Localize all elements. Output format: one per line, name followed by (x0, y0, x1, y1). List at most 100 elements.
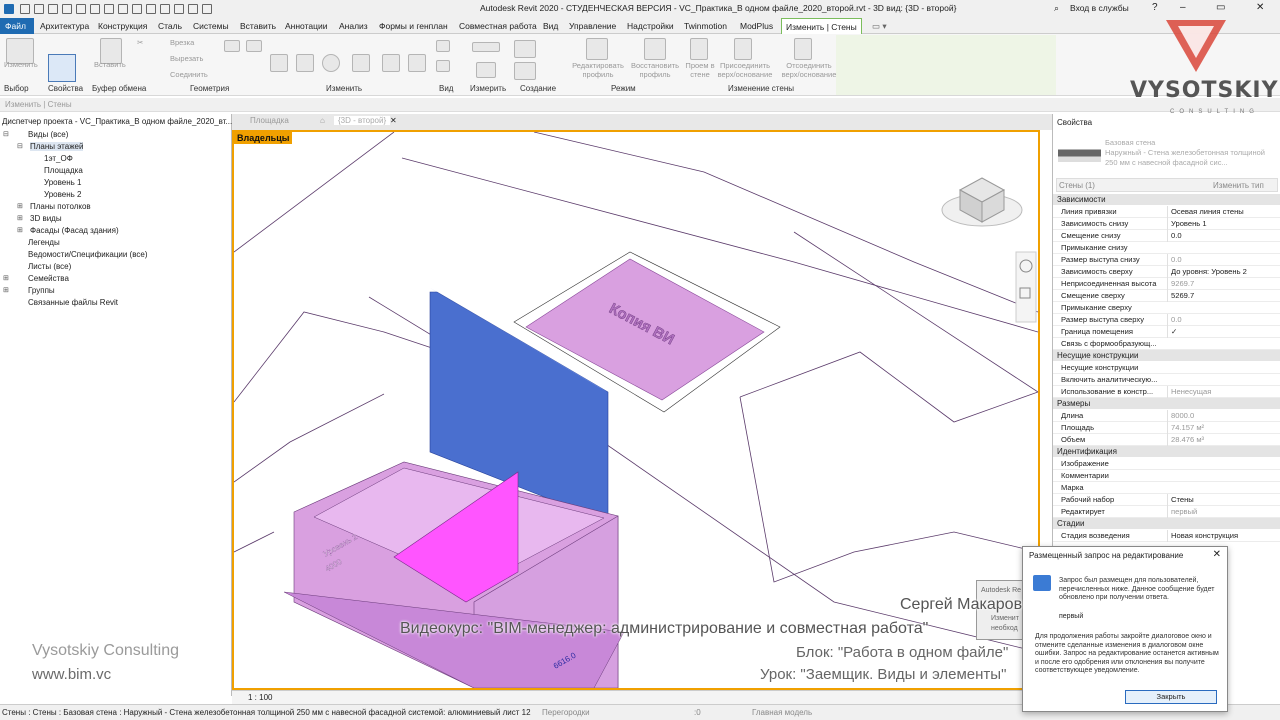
cope-label[interactable]: Врезка (170, 38, 194, 47)
tab-twinmotion[interactable]: Twinmotion (684, 21, 727, 31)
tab-file[interactable]: Файл (0, 18, 34, 34)
thin-lines-icon[interactable] (160, 4, 170, 14)
tree-item-level-1[interactable]: Уровень 1 (44, 178, 82, 187)
close-button[interactable]: Закрыть (1125, 690, 1217, 704)
property-row[interactable]: Связь с формообразующ... (1053, 338, 1280, 350)
dialog-close-icon[interactable]: ✕ (1213, 549, 1221, 560)
tree-item-floor-plans[interactable]: Планы этажей (30, 142, 84, 151)
tab-architecture[interactable]: Архитектура (40, 21, 89, 31)
sync-icon[interactable] (48, 4, 58, 14)
type-selector[interactable]: Базовая стена Наружный - Стена железобет… (1105, 138, 1277, 168)
tree-expander[interactable]: ⊟ (3, 130, 9, 138)
property-row[interactable]: Линия привязки Осевая линия стены (1053, 206, 1280, 218)
instance-filter[interactable]: Стены (1) Изменить тип (1056, 178, 1278, 192)
property-row[interactable]: Использование в констр... Ненесущая (1053, 386, 1280, 398)
property-group-header[interactable]: Идентификация (1053, 446, 1280, 457)
property-row[interactable]: Объем 28.476 м³ (1053, 434, 1280, 446)
property-row[interactable]: Смещение снизу 0.0 (1053, 230, 1280, 242)
property-group-header[interactable]: Зависимости (1053, 194, 1280, 205)
property-row[interactable]: Размер выступа снизу 0.0 (1053, 254, 1280, 266)
tree-item-groups[interactable]: Группы (28, 286, 55, 295)
join-label[interactable]: Соединить (170, 70, 208, 79)
tree-expander[interactable]: ⊞ (3, 286, 9, 294)
tree-item-families[interactable]: Семейства (28, 274, 69, 283)
offset-icon[interactable] (246, 40, 262, 52)
property-row[interactable]: Редактирует первый (1053, 506, 1280, 518)
text-icon[interactable] (118, 4, 128, 14)
tree-item-level-2[interactable]: Уровень 2 (44, 190, 82, 199)
tree-item-legends[interactable]: Легенды (28, 238, 60, 247)
save-icon[interactable] (34, 4, 44, 14)
property-row[interactable]: Рабочий набор Стены (1053, 494, 1280, 506)
panel-select[interactable]: Выбор (4, 84, 29, 93)
maximize-icon[interactable]: ▭ (1216, 2, 1225, 13)
tab-view-3d[interactable]: {3D - второй} (334, 116, 391, 125)
open-icon[interactable] (20, 4, 30, 14)
tree-item-sheets[interactable]: Листы (все) (28, 262, 71, 271)
array-icon[interactable] (382, 54, 400, 72)
create-group-icon[interactable] (514, 40, 536, 58)
property-group-header[interactable]: Размеры (1053, 398, 1280, 409)
property-value[interactable]: Новая конструкция (1167, 530, 1275, 542)
detach-label[interactable]: Отсоединить верх/основание (778, 61, 840, 79)
navigation-bar[interactable] (1015, 251, 1037, 323)
viewcube[interactable] (941, 177, 1023, 227)
tree-item-plan-1[interactable]: 1эт_ОФ (44, 154, 73, 163)
property-value[interactable]: 74.157 м² (1167, 422, 1275, 434)
cut-label[interactable]: Вырезать (170, 54, 203, 63)
detach-icon[interactable] (794, 38, 812, 60)
align-icon[interactable] (224, 40, 240, 52)
property-row[interactable]: Марка (1053, 482, 1280, 494)
close-hidden-icon[interactable] (174, 4, 184, 14)
tab-systems[interactable]: Системы (193, 21, 229, 31)
create-similar-icon[interactable] (514, 62, 536, 80)
measure-icon[interactable] (104, 4, 114, 14)
property-row[interactable]: Зависимость снизу Уровень 1 (1053, 218, 1280, 230)
tree-expander[interactable]: ⊟ (17, 142, 23, 150)
minimize-icon[interactable]: – (1180, 2, 1186, 13)
tab-modify-walls[interactable]: Изменить | Стены (781, 18, 862, 34)
property-row[interactable]: Зависимость сверху До уровня: Уровень 2 (1053, 266, 1280, 278)
rotate-icon[interactable] (322, 54, 340, 72)
reset-profile-icon[interactable] (644, 38, 666, 60)
tree-item-ceiling-plans[interactable]: Планы потолков (30, 202, 91, 211)
tree-expander[interactable]: ⊞ (17, 214, 23, 222)
property-value[interactable]: 0.0 (1167, 230, 1275, 242)
property-row[interactable]: Примыкание снизу (1053, 242, 1280, 254)
wall-opening-icon[interactable] (690, 38, 708, 60)
tab-collaborate[interactable]: Совместная работа (459, 21, 537, 31)
tab-annotate[interactable]: Аннотации (285, 21, 328, 31)
sign-in[interactable]: Вход в службы (1070, 3, 1129, 13)
property-row[interactable]: Площадь 74.157 м² (1053, 422, 1280, 434)
tab-view[interactable]: Вид (543, 21, 558, 31)
property-group-header[interactable]: Несущие конструкции (1053, 350, 1280, 361)
close-view-icon[interactable]: ✕ (390, 116, 397, 125)
tree-item-site[interactable]: Площадка (44, 166, 83, 175)
tab-analyze[interactable]: Анализ (339, 21, 368, 31)
tab-manage[interactable]: Управление (569, 21, 616, 31)
help-icon[interactable]: ? (1152, 2, 1158, 13)
property-value[interactable]: ✓ (1167, 326, 1275, 338)
revit-logo-icon[interactable] (4, 4, 14, 14)
redo-icon[interactable] (76, 4, 86, 14)
scale-icon[interactable] (408, 54, 426, 72)
attach-icon[interactable] (734, 38, 752, 60)
property-group-header[interactable]: Стадии (1053, 518, 1280, 529)
view-scale[interactable]: 1 : 100 (248, 693, 272, 702)
design-option[interactable]: Главная модель (752, 708, 812, 717)
edit-profile-icon[interactable] (586, 38, 608, 60)
section-icon[interactable] (146, 4, 156, 14)
property-value[interactable]: первый (1167, 506, 1275, 518)
tab-massing[interactable]: Формы и генплан (379, 21, 448, 31)
property-value[interactable]: Осевая линия стены (1167, 206, 1275, 218)
tab-modplus[interactable]: ModPlus (740, 21, 773, 31)
property-row[interactable]: Смещение сверху 5269.7 (1053, 290, 1280, 302)
ribbon-options-icon[interactable]: ▭ ▾ (872, 21, 887, 32)
3d-view-icon[interactable] (132, 4, 142, 14)
tab-view-site[interactable]: Площадка (250, 116, 289, 125)
property-row[interactable]: Изображение (1053, 458, 1280, 470)
property-row[interactable]: Граница помещения ✓ (1053, 326, 1280, 338)
measure-tool-icon[interactable] (476, 62, 496, 78)
property-row[interactable]: Стадия возведения Новая конструкция (1053, 530, 1280, 542)
tree-item-3d-views[interactable]: 3D виды (30, 214, 62, 223)
